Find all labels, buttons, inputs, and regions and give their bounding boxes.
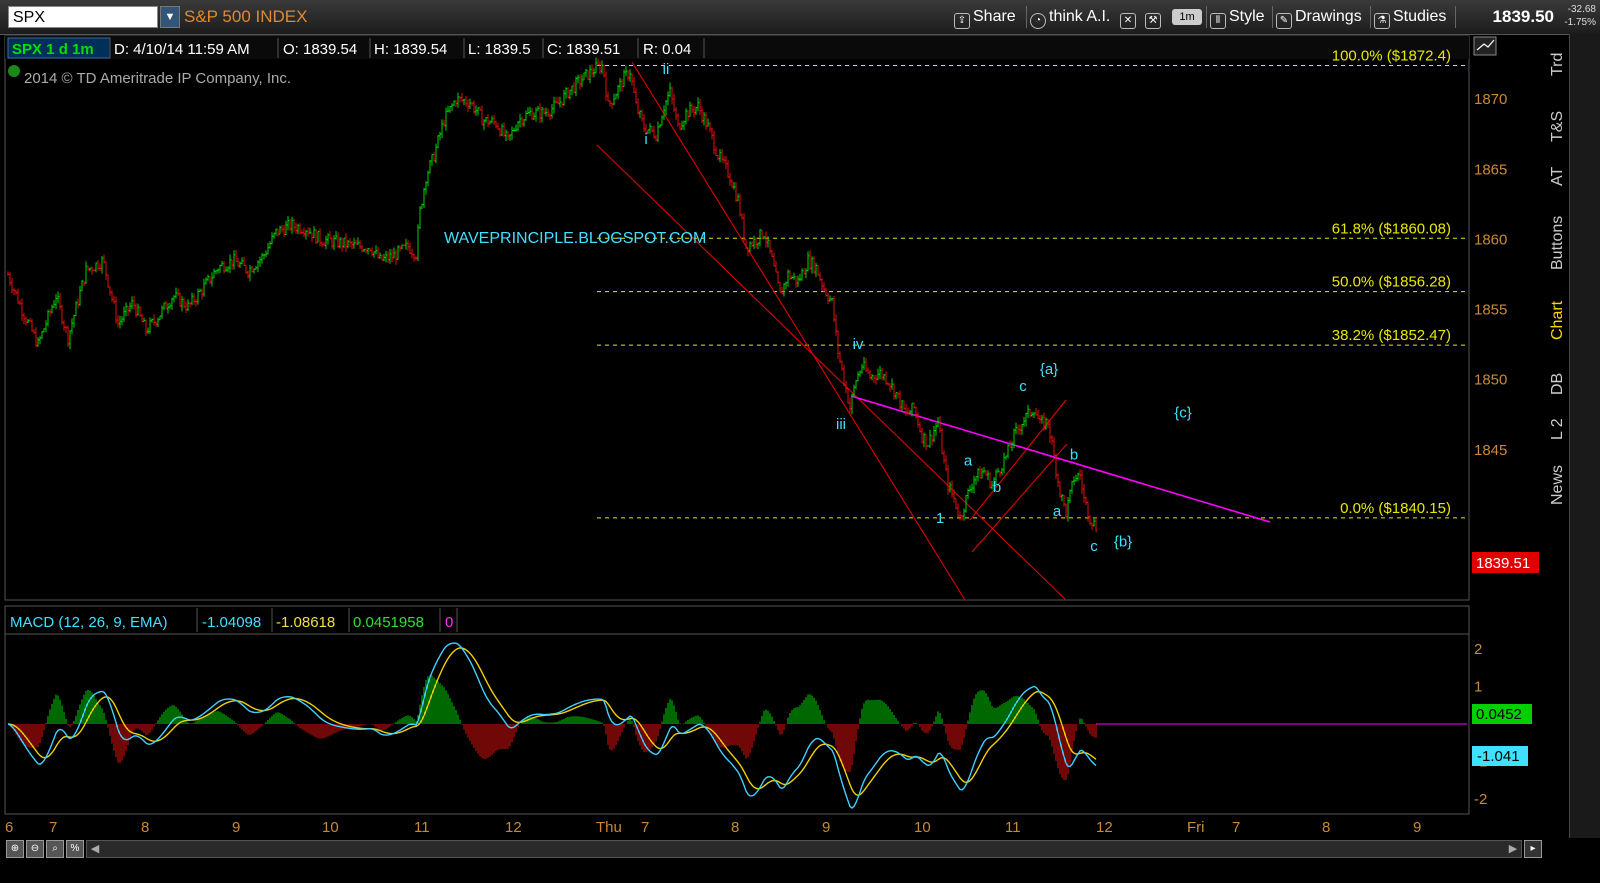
x-tick-label: 7 [49, 819, 57, 836]
y-tick-label: 1845 [1474, 442, 1507, 459]
x-tick-label: 9 [822, 819, 830, 836]
x-tick-label: 11 [414, 819, 430, 836]
net-change: -32.68 [1567, 4, 1596, 15]
chart-style-icon[interactable] [1473, 36, 1497, 56]
side-tab-bar [1569, 34, 1600, 838]
side-tab-chart[interactable]: Chart [1549, 301, 1567, 340]
wave-label: a [964, 452, 973, 469]
header-close: C: 1839.51 [547, 41, 620, 58]
scroll-right-icon[interactable]: ▶ [1506, 841, 1520, 857]
x-tick-label: 10 [322, 819, 339, 836]
macd-label: MACD (12, 26, 9, EMA) [10, 614, 168, 631]
header-open: O: 1839.54 [283, 41, 357, 58]
time-scrollbar[interactable] [86, 840, 1522, 858]
copyright: 2014 © TD Ameritrade IP Company, Inc. [24, 70, 291, 87]
side-tab-news[interactable]: News [1549, 465, 1567, 505]
fib-label: 0.0% ($1840.15) [1340, 500, 1451, 517]
macd-tick-label: -2 [1474, 791, 1487, 808]
y-tick-label: 1855 [1474, 302, 1507, 319]
side-tab-db[interactable]: DB [1549, 373, 1567, 395]
fib-label: 50.0% ($1856.28) [1332, 274, 1451, 291]
zoom-icon[interactable]: ⌕ [46, 840, 64, 858]
macd-zero: 0 [445, 614, 453, 631]
fib-label: 38.2% ($1852.47) [1332, 327, 1451, 344]
fib-label: 61.8% ($1860.08) [1332, 220, 1451, 237]
x-tick-label: 8 [731, 819, 739, 836]
x-tick-label: Fri [1187, 819, 1205, 836]
y-tick-label: 1865 [1474, 161, 1507, 178]
macd-avg: -1.08618 [276, 614, 335, 631]
wave-label: {a} [1040, 361, 1058, 378]
wave-label: ii [663, 61, 670, 78]
watermark: WAVEPRINCIPLE.BLOGSPOT.COM [444, 230, 706, 247]
x-tick-label: 8 [141, 819, 149, 836]
side-tab-buttons[interactable]: Buttons [1549, 216, 1567, 270]
side-tab-at[interactable]: AT [1549, 167, 1567, 186]
side-tab-ts[interactable]: T&S [1549, 111, 1567, 142]
wave-label: b [1070, 447, 1078, 464]
scroll-left-icon[interactable]: ◀ [88, 841, 102, 857]
header-symbol: SPX 1 d 1m [12, 41, 94, 58]
x-tick-label: 7 [1232, 819, 1240, 836]
zoom-in-icon[interactable]: ⊕ [6, 840, 24, 858]
macd-value-badge-text: -1.041 [1477, 748, 1520, 765]
zoom-out-icon[interactable]: ⊖ [26, 840, 44, 858]
wave-label: i [644, 131, 647, 148]
macd-diff-badge-text: 0.0452 [1476, 706, 1522, 723]
wave-label: c [1019, 378, 1027, 395]
fib-label: 100.0% ($1872.4) [1332, 47, 1451, 64]
current-price-text: 1839.51 [1476, 555, 1530, 572]
x-tick-label: 9 [232, 819, 240, 836]
x-tick-label: 9 [1413, 819, 1421, 836]
info-icon[interactable] [8, 65, 20, 77]
header-range: R: 0.04 [643, 41, 691, 58]
wave-label: {c} [1174, 405, 1192, 422]
macd-panel [4, 605, 1470, 815]
macd-tick-label: 2 [1474, 641, 1482, 658]
x-tick-label: Thu [596, 819, 622, 836]
wave-label: c [1090, 538, 1098, 555]
header-high: H: 1839.54 [374, 41, 447, 58]
x-tick-label: 7 [641, 819, 649, 836]
x-tick-label: 8 [1322, 819, 1330, 836]
percent-icon[interactable]: % [66, 840, 84, 858]
y-tick-label: 1870 [1474, 91, 1507, 108]
wave-label: 1 [936, 510, 944, 527]
x-tick-label: 12 [505, 819, 522, 836]
macd-diff: 0.0451958 [353, 614, 424, 631]
wave-label: b [993, 479, 1001, 496]
macd-value: -1.04098 [202, 614, 261, 631]
x-tick-label: 11 [1005, 819, 1021, 836]
x-tick-label: 10 [914, 819, 931, 836]
price-chart[interactable]: 100.0% ($1872.4) 61.8% ($1860.08) 50.0% ($… [0, 0, 1540, 838]
y-tick-label: 1850 [1474, 372, 1507, 389]
wave-label: {b} [1114, 534, 1132, 551]
pct-change: -1.75% [1564, 17, 1596, 28]
wave-label: iv [853, 336, 864, 353]
x-tick-label: 12 [1096, 819, 1113, 836]
wave-label: a [1053, 503, 1062, 520]
macd-tick-label: 1 [1474, 679, 1482, 696]
price-change: -32.68 -1.75% [1564, 3, 1596, 29]
x-tick-label: 6 [5, 819, 13, 836]
header-low: L: 1839.5 [468, 41, 531, 58]
side-tab-l2[interactable]: L 2 [1549, 418, 1567, 440]
expand-icon[interactable]: ▸ [1524, 840, 1542, 858]
wave-label: iii [836, 416, 846, 433]
y-tick-label: 1860 [1474, 231, 1507, 248]
side-tab-trd[interactable]: Trd [1549, 53, 1567, 76]
header-date: D: 4/10/14 11:59 AM [114, 41, 250, 58]
